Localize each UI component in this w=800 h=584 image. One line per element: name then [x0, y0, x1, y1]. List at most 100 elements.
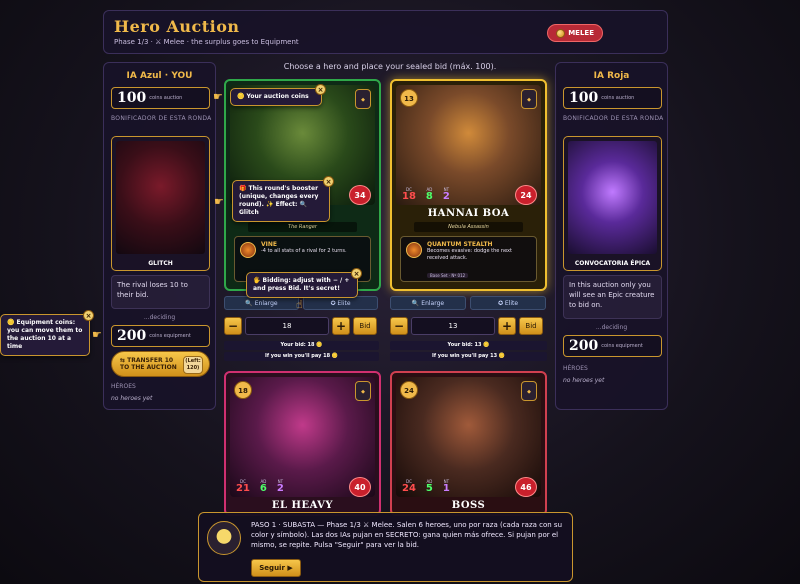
enlarge-button[interactable]: 🔍 Enlarge	[224, 296, 299, 310]
hp-heart-icon: 40	[349, 477, 371, 497]
hero-card-el-heavy[interactable]: 18 ◆ DC 21 AD 6 NT 2 40 EL HEAVY	[224, 371, 381, 516]
race-emblem-icon: ◆	[355, 89, 371, 109]
bid-button[interactable]: Bid	[519, 317, 543, 335]
tutorial-dialog: PASO 1 · SUBASTA — Phase 1/3 ⚔ Melee. Sa…	[198, 512, 573, 582]
card-actions: 🔍 Enlarge ✪ Elite	[390, 296, 546, 310]
stat-ad: AD 8	[425, 187, 433, 202]
bid-controls: − 18 + Bid	[224, 317, 377, 335]
if-win-text: If you win you'll pay 18 🪙	[224, 352, 379, 361]
hero-name: HANNAI BOA	[427, 208, 510, 219]
hero-name: EL HEAVY	[271, 500, 334, 511]
heroes-section-label: HÉROES	[111, 383, 136, 390]
elite-button[interactable]: ✪ Elite	[303, 296, 378, 310]
player-panel-red: IA Roja 100 coins auction BONIFICADOR DE…	[555, 62, 668, 410]
close-tooltip-button[interactable]: ×	[83, 310, 94, 321]
bonus-card-epic-summon[interactable]: CONVOCATORIA ÉPICA	[563, 136, 662, 271]
ability-name: QUANTUM STEALTH	[427, 241, 493, 248]
bid-button[interactable]: Bid	[353, 317, 377, 335]
hero-stats: DC 21 AD 6 NT 2	[236, 479, 284, 494]
no-heroes-text: no heroes yet	[111, 395, 153, 402]
ability-name: VINE	[261, 241, 277, 248]
elite-button[interactable]: ✪ Elite	[470, 296, 546, 310]
if-win-text: If you win you'll pay 13 🪙	[390, 352, 547, 361]
hp-heart-icon: 46	[515, 477, 537, 497]
bid-decrease-button[interactable]: −	[390, 317, 408, 335]
equipment-coins-value: 200	[117, 328, 147, 344]
bid-controls: − 13 + Bid	[390, 317, 543, 335]
header-bar: Hero Auction Phase 1/3 · ⚔ Melee · the s…	[103, 10, 668, 54]
hero-card-hannai-boa[interactable]: 13 ◆ DC 18 AD 8 NT 2 24 HANNAI BOA Nebula A…	[390, 79, 547, 291]
auction-coins-box: 100 coins auction	[111, 87, 210, 109]
bonus-card-name: GLITCH	[148, 260, 173, 267]
sword-icon	[556, 28, 566, 38]
equipment-coins-label: coins equipment	[149, 333, 191, 339]
page-title: Hero Auction	[114, 17, 240, 36]
pointing-hand-icon: ☛	[213, 90, 223, 103]
epic-summon-art	[568, 141, 657, 254]
cost-badge: 18	[234, 381, 252, 399]
race-emblem-icon: ◆	[521, 381, 537, 401]
hero-stats: DC 24 AD 5 NT 1	[402, 479, 450, 494]
glitch-art	[116, 141, 205, 254]
melee-badge[interactable]: MELEE	[547, 24, 603, 42]
tooltip-equipment-coins: 🪙 Equipment coins: you can move them to …	[0, 310, 94, 356]
your-bid-text: Your bid: 13 🪙	[390, 341, 547, 350]
heroes-section-label: HÉROES	[563, 365, 588, 372]
ability-description: Becomes evasive: dodge the next received…	[427, 248, 512, 261]
pointing-hand-icon: ☝	[296, 298, 303, 311]
dialog-text: PASO 1 · SUBASTA — Phase 1/3 ⚔ Melee. Sa…	[251, 521, 563, 549]
hero-role: The Ranger	[248, 222, 357, 232]
bid-decrease-button[interactable]: −	[224, 317, 242, 335]
bonus-description: In this auction only you will see an Epi…	[563, 275, 662, 319]
instruction-text: Choose a hero and place your sealed bid …	[283, 62, 497, 71]
player-name: IA Roja	[593, 71, 630, 81]
continue-button[interactable]: Seguir ▶	[251, 559, 301, 577]
quantum-stealth-icon	[406, 242, 422, 258]
bid-amount[interactable]: 13	[411, 317, 495, 335]
set-number: Base Set · Nº 012	[427, 273, 469, 278]
auction-coins-label: coins auction	[149, 95, 183, 101]
enlarge-button[interactable]: 🔍 Enlarge	[390, 296, 466, 310]
hp-heart-icon: 24	[515, 185, 537, 205]
stat-ad: AD 6	[259, 479, 267, 494]
transfer-left-count: (Left: 120)	[183, 356, 203, 374]
hero-name: BOSS	[451, 500, 486, 511]
tooltip-bidding: 🖐 Bidding: adjust with − / + and press B…	[246, 268, 362, 298]
hero-card-boss[interactable]: 24 ◆ DC 24 AD 5 NT 1 46 BOSS	[390, 371, 547, 516]
close-tooltip-button[interactable]: ×	[351, 268, 362, 279]
deciding-status: ...deciding	[595, 324, 628, 331]
stat-ad: AD 5	[425, 479, 433, 494]
bid-increase-button[interactable]: +	[332, 317, 350, 335]
bonus-section-label: BONIFICADOR DE ESTA RONDA	[563, 115, 664, 122]
stat-dc: DC 21	[236, 479, 250, 494]
close-tooltip-button[interactable]: ×	[323, 176, 334, 187]
pointing-hand-icon: ☛	[92, 328, 102, 341]
bid-amount[interactable]: 18	[245, 317, 329, 335]
stat-nt: NT 2	[442, 187, 450, 202]
player-panel-blue: IA Azul · YOU 100 coins auction BONIFICA…	[103, 62, 216, 410]
vine-ability-icon	[240, 242, 256, 258]
close-tooltip-button[interactable]: ×	[315, 84, 326, 95]
race-emblem-icon: ◆	[355, 381, 371, 401]
auction-coins-value: 100	[117, 90, 147, 106]
your-bid-text: Your bid: 18 🪙	[224, 341, 379, 350]
bid-increase-button[interactable]: +	[498, 317, 516, 335]
cost-badge: 13	[400, 89, 418, 107]
auction-coins-label: coins auction	[601, 95, 635, 101]
equipment-coins-value: 200	[569, 338, 599, 354]
equipment-coins-box: 200 coins equipment	[563, 335, 662, 357]
transfer-button[interactable]: ⇆ TRANSFER 10 TO THE AUCTION (Left: 120)	[111, 351, 210, 377]
guide-avatar-icon	[207, 521, 241, 555]
auction-coins-box: 100 coins auction	[563, 87, 662, 109]
ability-box: QUANTUM STEALTH Becomes evasive: dodge t…	[400, 236, 537, 282]
bonus-description: The rival loses 10 to their bid.	[111, 275, 210, 309]
bonus-section-label: BONIFICADOR DE ESTA RONDA	[111, 115, 212, 122]
equipment-coins-label: coins equipment	[601, 343, 643, 349]
auction-coins-value: 100	[569, 90, 599, 106]
bonus-card-glitch[interactable]: GLITCH	[111, 136, 210, 271]
player-name: IA Azul · YOU	[126, 71, 193, 81]
cost-badge: 24	[400, 381, 418, 399]
no-heroes-text: no heroes yet	[563, 377, 605, 384]
tooltip-booster: 🎁 This round's booster (unique, changes …	[232, 176, 334, 222]
equipment-coins-box: 200 coins equipment	[111, 325, 210, 347]
